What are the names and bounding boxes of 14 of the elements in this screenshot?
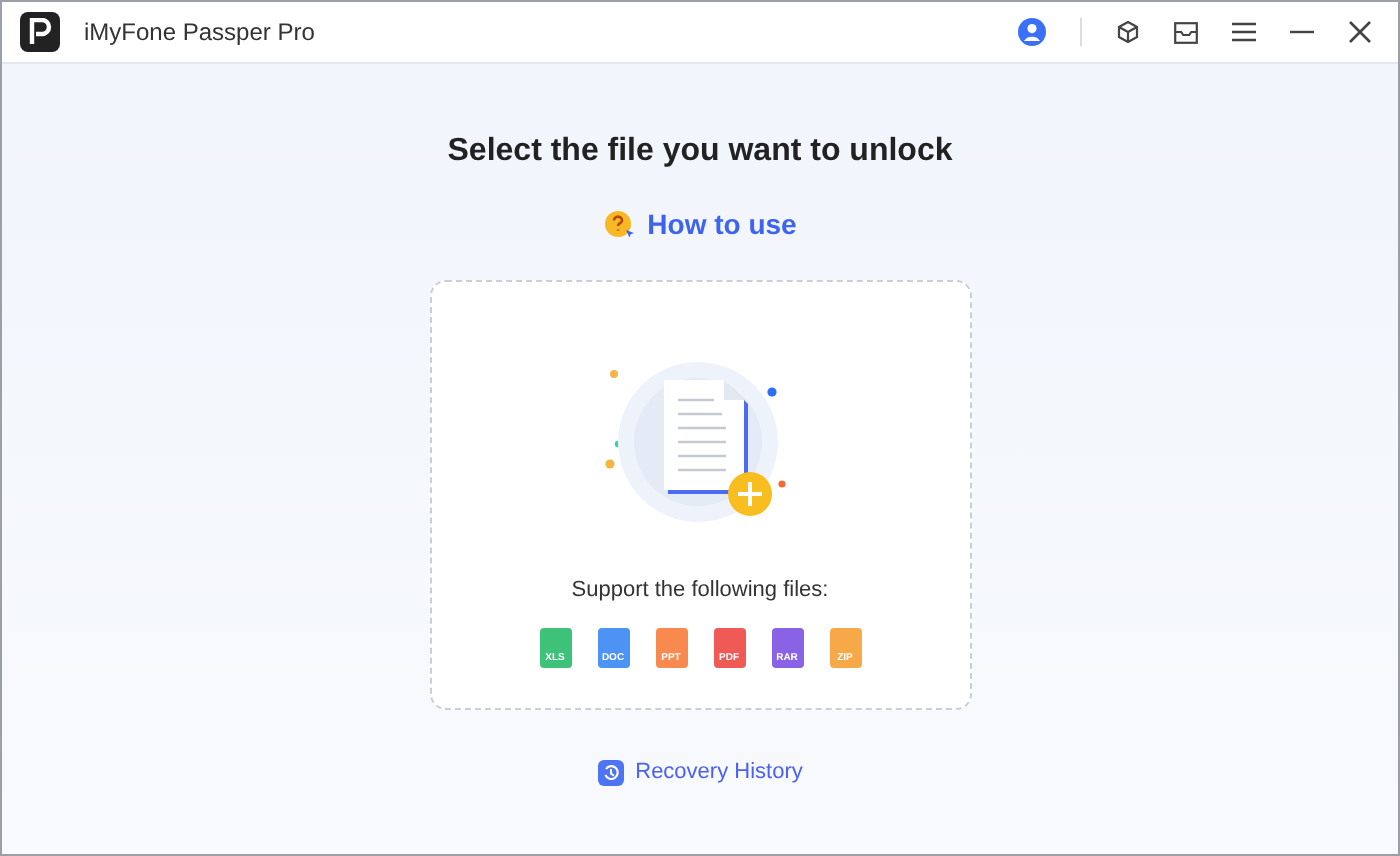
window-title: iMyFone Passper Pro xyxy=(84,16,315,50)
how-to-use-link[interactable]: How to use xyxy=(603,204,797,246)
recovery-history-link[interactable]: Recovery History xyxy=(597,756,803,789)
close-icon[interactable] xyxy=(1348,20,1372,44)
page-heading: Select the file you want to unlock xyxy=(447,132,953,172)
user-account-icon[interactable] xyxy=(1018,18,1046,46)
menu-icon[interactable] xyxy=(1232,22,1256,42)
cube-icon[interactable] xyxy=(1116,20,1140,44)
question-cursor-icon xyxy=(603,209,636,241)
app-logo-icon xyxy=(20,12,60,52)
minimize-icon[interactable] xyxy=(1290,30,1314,34)
supported-files-label: Support the following files: xyxy=(571,576,829,606)
mail-icon[interactable] xyxy=(1174,21,1198,43)
history-icon xyxy=(597,759,624,786)
